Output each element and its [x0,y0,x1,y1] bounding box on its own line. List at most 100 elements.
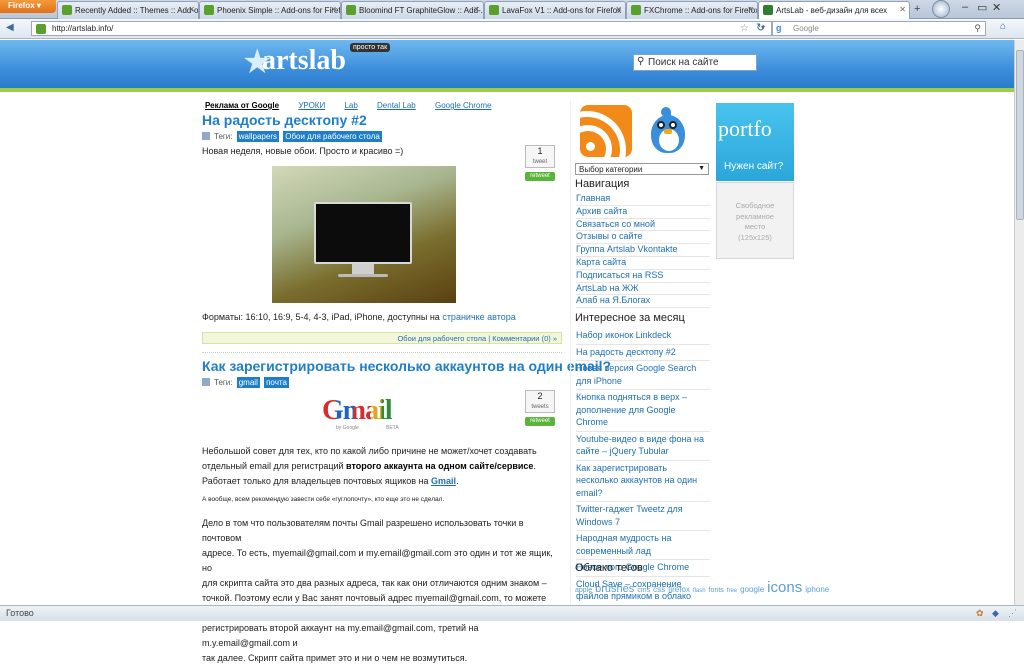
ad-slot-text: (125x125) [738,232,772,242]
retweet-button[interactable]: retweet [525,172,555,181]
tag-cloud-item[interactable]: iphone [805,585,829,594]
close-tab-icon[interactable]: ✕ [747,5,754,14]
tag-link[interactable]: gmail [236,377,260,388]
tab-recently-added[interactable]: Recently Added :: Themes :: Add-ons...✕ [57,1,199,19]
tweet-counter[interactable]: 1 tweet [525,145,555,168]
tab-label: FXChrome :: Add-ons for Firefox [644,6,758,15]
list-item[interactable]: Twitter-гаджет Tweetz для Windows 7 [576,504,683,527]
firefox-menu-button[interactable]: Firefox ▾ [0,0,56,13]
sidebar-item-vk-group[interactable]: Группа Artslab Vkontakte [576,244,678,254]
tag-cloud-item[interactable]: brushes [595,583,634,595]
sidebar-item-yandex-blogs[interactable]: Алаб на Я.Блогах [576,295,650,305]
post-title[interactable]: На радость десктопу #2 [202,112,367,128]
portfolio-ad-banner[interactable]: portfo Нужен сайт? [716,103,794,181]
tag-cloud-item[interactable]: firefox [668,585,690,594]
category-link[interactable]: Обои для рабочего стола [397,334,486,343]
portfolio-ad-text: portfo [718,116,772,141]
site-logo[interactable]: artslab [262,45,346,77]
tab-label: Bloomind FT GraphiteGlow :: Add-... [359,6,484,15]
list-item[interactable]: Как зарегистрировать несколько аккаунтов… [576,463,697,498]
tab-lavafox[interactable]: LavaFox V1 :: Add-ons for Firefox ✕ [484,1,626,19]
paragraph-line: отдельный email для регистраций второго … [202,461,536,471]
back-arrow-icon[interactable]: ◀ [6,22,14,33]
tab-phoenix-simple[interactable]: Phoenix Simple :: Add-ons for Firefox ✕ [199,1,341,19]
site-identity-icon[interactable] [36,24,46,34]
close-tab-icon[interactable]: ✕ [473,5,480,14]
author-page-link[interactable]: страничке автора [442,312,516,322]
top-link-lessons[interactable]: УРОКИ [298,101,325,110]
tag-cloud-item[interactable]: fonts [709,587,724,594]
tag-cloud-item[interactable]: css [653,585,665,594]
tag-cloud-item[interactable]: flash [693,588,706,594]
top-link-google-chrome[interactable]: Google Chrome [435,101,491,110]
sidebar-item-sitemap[interactable]: Карта сайта [576,257,626,267]
addon-bar-icon[interactable]: ✿ [976,608,984,619]
gmail-link[interactable]: Gmail [431,476,456,486]
gmail-by-google: by Google [336,425,359,431]
close-tab-icon[interactable]: ✕ [899,5,906,14]
scrollbar-thumb[interactable] [1016,50,1024,220]
rss-feed-icon[interactable] [580,105,632,157]
close-tab-icon[interactable]: ✕ [615,5,622,14]
twitter-bird-icon[interactable] [643,103,693,161]
list-item[interactable]: Набор иконок Linkdeck [576,330,671,340]
sidebar-item-archive[interactable]: Архив сайта [576,206,627,216]
new-tab-button[interactable]: + [914,3,920,15]
tweet-label: tweets [531,404,549,410]
wallpaper-preview-image[interactable] [272,166,456,303]
tweet-counter[interactable]: 2 tweets [525,390,555,413]
top-link-dental-lab[interactable]: Dental Lab [377,101,416,110]
list-item[interactable]: Новая версия Google Search для iPhone [576,363,696,386]
tab-artslab[interactable]: ArtsLab - веб-дизайн для всех ✕ [758,1,910,20]
list-item[interactable]: Youtube-видео в виде фона на сайте – jQu… [576,434,704,457]
tag-cloud-item[interactable]: icons [767,579,802,596]
top-link-google-ads[interactable]: Реклама от Google [205,101,279,110]
close-tab-icon[interactable]: ✕ [330,5,337,14]
list-item[interactable]: Народная мудрость на современный лад [576,533,671,556]
bookmark-star-icon[interactable]: ☆ [740,23,749,34]
maximize-button[interactable]: ▭ [977,1,987,16]
minimize-button[interactable]: – [962,1,968,16]
site-header [0,40,1024,92]
tag-cloud-item[interactable]: cms [637,587,650,594]
site-search-input[interactable]: ⚲ Поиск на сайте [633,54,757,71]
tab-fxchrome[interactable]: FXChrome :: Add-ons for Firefox ✕ [626,1,758,19]
url-bar[interactable]: http://artslab.info/ ☆ ▾ [31,21,772,36]
post-paragraph-2: Дело в том что пользователям почты Gmail… [202,516,562,666]
list-all-tabs-button[interactable] [932,0,950,18]
tag-cloud-item[interactable]: apple [575,587,592,594]
gmail-wordmark: Gmail [322,395,393,426]
tag-cloud-item[interactable]: google [740,585,764,594]
close-tab-icon[interactable]: ✕ [188,5,195,14]
top-link-lab[interactable]: Lab [344,101,357,110]
list-item[interactable]: Кнопка подняться в верх – дополнение для… [576,392,687,427]
addon-puzzle-icon [346,5,356,15]
sidebar-item-reviews[interactable]: Отзывы о сайте [576,231,643,241]
post-title[interactable]: Как зарегистрировать несколько аккаунтов… [202,358,611,374]
addon-bar-icon[interactable]: ◆ [992,608,999,619]
tab-bloomind[interactable]: Bloomind FT GraphiteGlow :: Add-... ✕ [341,1,484,19]
free-ad-slot[interactable]: Свободное рекламное место (125x125) [716,182,794,259]
home-icon[interactable]: ⌂ [1000,21,1006,32]
category-select[interactable]: Выбор категории ▼ [575,163,709,175]
list-item[interactable]: На радость десктопу #2 [576,347,676,357]
resize-grip-icon[interactable]: ⋰ [1008,608,1017,619]
search-icon[interactable]: ⚲ [974,23,981,34]
comments-link[interactable]: Комментарии (0) » [492,334,557,343]
close-window-button[interactable]: ✕ [992,1,1001,16]
sidebar-item-livejournal[interactable]: ArtsLab на ЖЖ [576,283,639,293]
status-bar: Готово ✿ ◆ ⋰ [0,605,1024,621]
vertical-scrollbar[interactable] [1014,40,1024,605]
paragraph-line: так далее. Скрипт сайта примет это и ни … [202,653,468,663]
tag-link[interactable]: почта [264,377,289,388]
browser-search-bar[interactable]: g Google ⚲ [772,21,986,36]
sidebar-item-rss[interactable]: Подписаться на RSS [576,270,663,280]
reload-icon[interactable]: ↻ [756,21,765,34]
retweet-button[interactable]: retweet [525,417,555,426]
tag-link[interactable]: wallpapers [236,131,279,142]
sidebar-item-contact[interactable]: Связаться со мной [576,219,655,229]
tag-link[interactable]: Обои для рабочего стола [283,131,382,142]
google-icon[interactable]: g [776,23,782,33]
sidebar-item-home[interactable]: Главная [576,193,610,203]
tag-cloud-item[interactable]: free [727,588,737,594]
